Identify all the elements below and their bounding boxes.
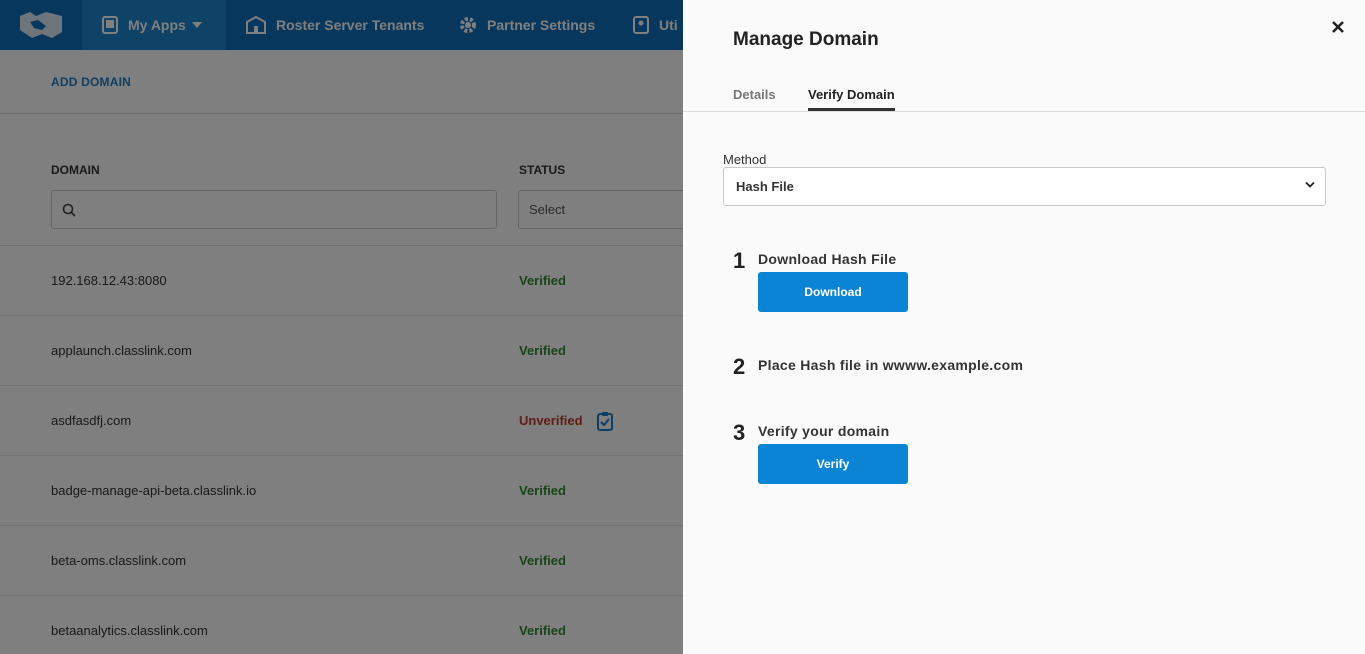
method-label: Method — [723, 152, 767, 167]
step-number: 2 — [733, 354, 746, 379]
tab-verify-domain[interactable]: Verify Domain — [808, 87, 895, 111]
chevron-down-icon — [1305, 181, 1315, 188]
method-select[interactable]: Hash File — [723, 167, 1326, 206]
close-icon[interactable] — [1329, 18, 1347, 36]
download-button[interactable]: Download — [758, 272, 908, 312]
step-number: 1 — [733, 248, 746, 273]
step-text: Place Hash file in wwww.example.com — [758, 357, 1024, 373]
step-text: Verify your domain — [758, 423, 890, 439]
verify-button[interactable]: Verify — [758, 444, 908, 484]
tab-details[interactable]: Details — [733, 87, 776, 108]
manage-domain-drawer: Manage Domain Details Verify Domain Meth… — [683, 0, 1365, 654]
step-text: Download Hash File — [758, 251, 897, 267]
method-selected-value: Hash File — [736, 179, 794, 194]
drawer-title: Manage Domain — [733, 29, 879, 50]
drawer-tabs: Details Verify Domain — [683, 80, 1365, 112]
step-number: 3 — [733, 420, 746, 445]
